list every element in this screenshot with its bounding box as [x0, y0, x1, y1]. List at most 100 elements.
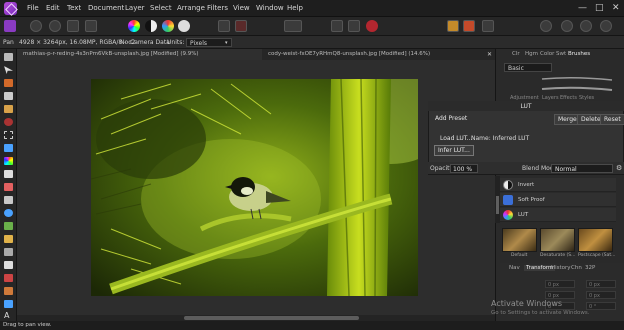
selection-brush-icon[interactable]: [4, 105, 13, 113]
layer-soft-proof[interactable]: Soft Proof: [500, 193, 616, 207]
account-icon[interactable]: [540, 20, 552, 32]
clone-tool-icon[interactable]: [4, 222, 13, 230]
tab-32p[interactable]: 32P: [585, 265, 595, 271]
color-replace-icon[interactable]: [4, 183, 13, 191]
smudge-tool-icon[interactable]: [4, 261, 13, 269]
tab-channels[interactable]: Chn: [571, 265, 582, 271]
camera-info: No Camera Data: [120, 39, 170, 46]
blend-mode-dropdown[interactable]: Normal: [551, 164, 613, 173]
flood-select-icon[interactable]: [4, 118, 13, 126]
red-eye-icon[interactable]: [4, 248, 13, 256]
shear-field[interactable]: 0 °: [586, 302, 616, 310]
pen-tool-icon[interactable]: [4, 274, 13, 282]
layer-lut[interactable]: LUT: [500, 208, 616, 222]
photo-persona-icon[interactable]: [4, 20, 16, 32]
healing-brush-icon[interactable]: [4, 235, 13, 243]
color-picker-icon[interactable]: [4, 79, 13, 87]
close-icon[interactable]: ✕: [612, 3, 620, 13]
height-field[interactable]: 0 px: [586, 291, 616, 299]
soft-proof-icon: [503, 195, 513, 205]
tab-clr[interactable]: Clr: [512, 51, 520, 57]
reset-button[interactable]: Reset: [600, 114, 624, 125]
arrange-back-icon[interactable]: [447, 20, 459, 32]
minimize-icon[interactable]: —: [578, 3, 587, 13]
menu-arrange[interactable]: Arrange: [177, 4, 205, 12]
quick-mask-icon[interactable]: [235, 20, 247, 32]
assistant-icon[interactable]: [284, 20, 302, 32]
menu-view[interactable]: View: [233, 4, 250, 12]
horizontal-scroll-thumb[interactable]: [184, 316, 359, 320]
auto-contrast-icon[interactable]: [145, 20, 157, 32]
snap-options-icon[interactable]: [348, 20, 360, 32]
preset-thumbnail-default[interactable]: [502, 228, 537, 252]
y-field[interactable]: 0 px: [586, 280, 616, 288]
paint-brush-icon[interactable]: [4, 170, 13, 178]
tool-name: Pan: [3, 39, 14, 46]
move-tool-icon[interactable]: [4, 66, 13, 74]
gradient-tool-icon[interactable]: [4, 157, 13, 165]
tips-icon[interactable]: [580, 20, 592, 32]
menu-layer[interactable]: Layer: [125, 4, 145, 12]
document-tab-2[interactable]: cody-weist-fxOE7yRHmQ8-unsplash.jpg [Mod…: [262, 49, 495, 60]
develop-persona-icon[interactable]: [49, 20, 61, 32]
arrange-front-icon[interactable]: [463, 20, 475, 32]
settings-circle-icon[interactable]: [600, 20, 612, 32]
maximize-icon[interactable]: □: [595, 3, 604, 13]
add-preset-button[interactable]: Add Preset: [432, 114, 470, 123]
erase-brush-icon[interactable]: [4, 196, 13, 204]
chevron-down-icon: ▾: [225, 40, 228, 46]
preset-thumbnail-postscape[interactable]: [578, 228, 613, 252]
menu-filters[interactable]: Filters: [207, 4, 228, 12]
layers-scroll-thumb[interactable]: [496, 196, 499, 214]
snapping-icon[interactable]: [331, 20, 343, 32]
units-dropdown[interactable]: Pixels ▾: [186, 38, 232, 47]
status-bar: Drag to pan view.: [0, 321, 624, 330]
preset-thumbnail-desaturate[interactable]: [540, 228, 575, 252]
shape-tool-icon[interactable]: [4, 287, 13, 295]
tone-map-persona-icon[interactable]: [67, 20, 79, 32]
auto-white-balance-icon[interactable]: [178, 20, 190, 32]
rectangle-tool-icon[interactable]: [4, 300, 13, 308]
brush-stroke-preview[interactable]: [504, 74, 616, 96]
menu-file[interactable]: File: [27, 4, 39, 12]
tab-histogram[interactable]: Hgm: [525, 51, 538, 57]
help-circle-icon[interactable]: [561, 20, 573, 32]
opacity-field[interactable]: 100 %: [450, 164, 478, 173]
close-tab-icon[interactable]: ✕: [487, 51, 492, 58]
auto-levels-icon[interactable]: [128, 20, 140, 32]
selection-mode-icon[interactable]: [218, 20, 230, 32]
marquee-tool-icon[interactable]: [4, 131, 13, 139]
preset-label: Postscape (Sat...: [578, 253, 616, 258]
liquify-persona-icon[interactable]: [30, 20, 42, 32]
layer-invert[interactable]: Invert: [500, 178, 616, 192]
menu-text[interactable]: Text: [67, 4, 81, 12]
brush-category-dropdown[interactable]: Basic: [504, 63, 552, 72]
flood-fill-icon[interactable]: [4, 144, 13, 152]
menu-document[interactable]: Document: [88, 4, 124, 12]
export-persona-icon[interactable]: [85, 20, 97, 32]
text-tool-icon[interactable]: A: [4, 312, 13, 320]
magnet-icon[interactable]: [366, 20, 378, 32]
align-icon[interactable]: [482, 20, 494, 32]
x-field[interactable]: 0 px: [545, 280, 575, 288]
preset-label: Default: [511, 253, 528, 258]
dodge-tool-icon[interactable]: [4, 209, 13, 217]
tab-brushes[interactable]: Brushes: [568, 51, 590, 57]
menu-help[interactable]: Help: [287, 4, 303, 12]
width-field[interactable]: 0 px: [545, 291, 575, 299]
tools-panel: A: [0, 49, 17, 321]
infer-lut-button[interactable]: Infer LUT...: [434, 145, 474, 156]
hand-tool-icon[interactable]: [4, 53, 13, 61]
tab-navigator[interactable]: Nav: [509, 265, 520, 271]
tab-history[interactable]: History: [551, 265, 571, 271]
menu-edit[interactable]: Edit: [46, 4, 60, 12]
menu-window[interactable]: Window: [256, 4, 284, 12]
auto-colors-icon[interactable]: [162, 20, 174, 32]
gear-icon[interactable]: ⚙: [616, 164, 622, 172]
tab-color[interactable]: Color: [540, 51, 554, 57]
menu-select[interactable]: Select: [150, 4, 172, 12]
crop-tool-icon[interactable]: [4, 92, 13, 100]
load-lut-button[interactable]: Load LUT...: [437, 134, 475, 143]
tab-swatches[interactable]: Swt: [556, 51, 566, 57]
document-tab-1[interactable]: mathias-p-r-reding-4s3nPm6VkB-unsplash.j…: [17, 49, 262, 60]
